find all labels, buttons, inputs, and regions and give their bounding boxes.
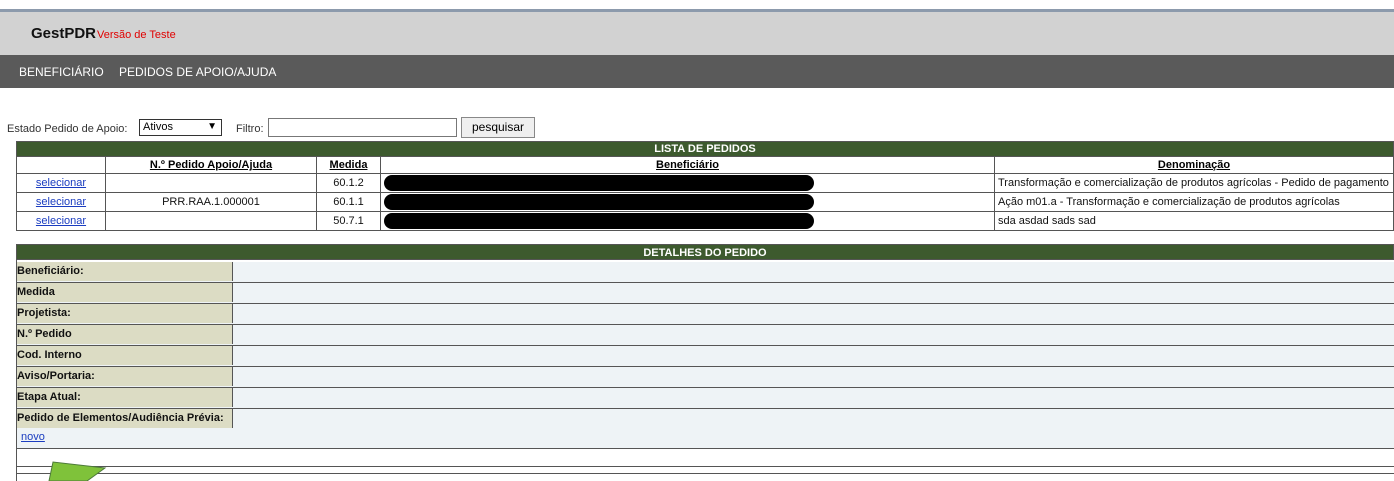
col-medida[interactable]: Medida — [316, 156, 381, 174]
main-nav: BENEFICIÁRIO PEDIDOS DE APOIO/AJUDA — [0, 55, 1394, 88]
detail-label: N.º Pedido — [16, 325, 233, 344]
redaction-bar — [384, 213, 814, 229]
panel-left-border — [16, 260, 17, 481]
detail-label: Etapa Atual: — [16, 388, 233, 407]
col-denominacao[interactable]: Denominação — [994, 156, 1394, 174]
col-action — [16, 156, 106, 174]
row-beneficiario — [380, 173, 995, 193]
row-beneficiario — [380, 192, 995, 212]
nav-item-beneficiario[interactable]: BENEFICIÁRIO — [19, 65, 104, 79]
detail-row: Beneficiário: — [16, 262, 1394, 283]
row-numero — [105, 211, 317, 231]
app-title: GestPDR — [31, 25, 97, 42]
row-medida: 60.1.2 — [316, 173, 381, 193]
row-medida: 50.7.1 — [316, 211, 381, 231]
detail-row: Cod. Interno — [16, 346, 1394, 367]
row-numero — [105, 173, 317, 193]
detail-label: Pedido de Elementos/Audiência Prévia: — [16, 409, 233, 428]
estado-select[interactable]: Ativos ▼ — [139, 119, 222, 136]
table-row: selecionar PRR.RAA.1.000001 60.1.1 Ação … — [16, 192, 1394, 212]
new-row: novo — [16, 428, 1394, 449]
select-link[interactable]: selecionar — [36, 177, 86, 189]
redaction-bar — [384, 175, 814, 191]
row-denominacao: Ação m01.a - Transformação e comercializ… — [994, 192, 1394, 212]
row-denominacao: Transformação e comercialização de produ… — [994, 173, 1394, 193]
filtro-label: Filtro: — [236, 123, 264, 135]
details-title: DETALHES DO PEDIDO — [16, 244, 1394, 260]
select-link[interactable]: selecionar — [36, 215, 86, 227]
detail-label: Cod. Interno — [16, 346, 233, 365]
row-medida: 60.1.1 — [316, 192, 381, 212]
col-beneficiario[interactable]: Beneficiário — [380, 156, 995, 174]
detail-label: Medida — [16, 283, 233, 302]
select-link[interactable]: selecionar — [36, 196, 86, 208]
table-row: selecionar 50.7.1 sda asdad sads sad — [16, 211, 1394, 231]
filtro-input[interactable] — [268, 118, 457, 137]
app-header: GestPDR Versão de Teste — [0, 12, 1394, 55]
chevron-down-icon: ▼ — [207, 121, 217, 132]
detail-row: Aviso/Portaria: — [16, 367, 1394, 388]
estado-select-value: Ativos — [143, 121, 173, 133]
detail-row: N.º Pedido — [16, 325, 1394, 346]
panel-bottom-border — [16, 466, 1394, 474]
new-link[interactable]: novo — [21, 431, 45, 443]
nav-item-pedidos[interactable]: PEDIDOS DE APOIO/AJUDA — [119, 65, 276, 79]
col-numero[interactable]: N.º Pedido Apoio/Ajuda — [105, 156, 317, 174]
table-row: selecionar 60.1.2 Transformação e comerc… — [16, 173, 1394, 193]
app-subtitle: Versão de Teste — [97, 29, 176, 41]
row-beneficiario — [380, 211, 995, 231]
detail-row: Etapa Atual: — [16, 388, 1394, 409]
detail-label: Beneficiário: — [16, 262, 233, 281]
detail-label: Projetista: — [16, 304, 233, 323]
search-button[interactable]: pesquisar — [461, 117, 535, 138]
row-denominacao: sda asdad sads sad — [994, 211, 1394, 231]
row-numero: PRR.RAA.1.000001 — [105, 192, 317, 212]
redaction-bar — [384, 194, 814, 210]
detail-row: Projetista: — [16, 304, 1394, 325]
detail-row: Medida — [16, 283, 1394, 304]
filter-bar: Estado Pedido de Apoio: Ativos ▼ Filtro:… — [0, 117, 1394, 140]
pedidos-table: LISTA DE PEDIDOS N.º Pedido Apoio/Ajuda … — [16, 141, 1394, 231]
list-title: LISTA DE PEDIDOS — [16, 141, 1394, 157]
detail-row: Pedido de Elementos/Audiência Prévia: — [16, 409, 1394, 430]
green-arrow-icon — [48, 461, 107, 481]
detail-label: Aviso/Portaria: — [16, 367, 233, 386]
estado-label: Estado Pedido de Apoio: — [7, 123, 128, 135]
